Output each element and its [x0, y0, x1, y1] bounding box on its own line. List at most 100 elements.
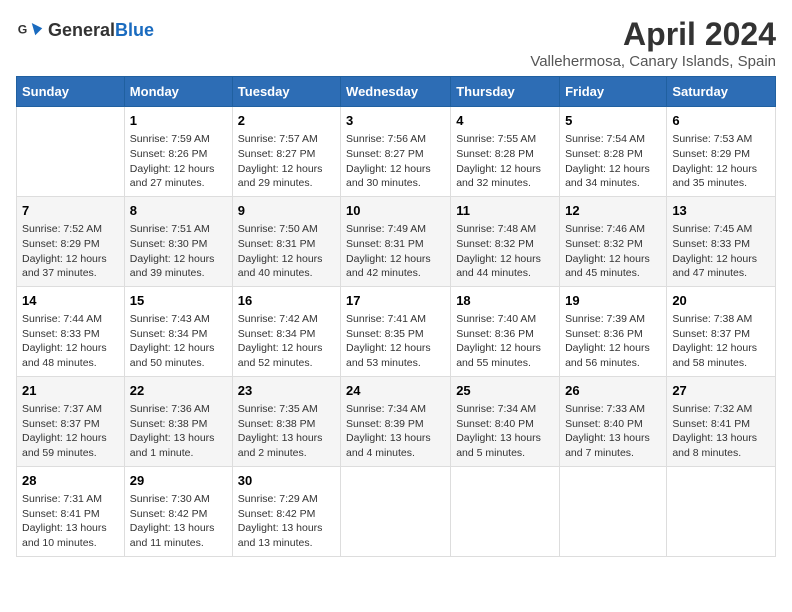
day-number: 2 [238, 112, 335, 130]
calendar-cell: 20 Sunrise: 7:38 AMSunset: 8:37 PMDayligh… [667, 286, 776, 376]
calendar-cell: 5Sunrise: 7:54 AMSunset: 8:28 PMDaylight… [560, 107, 667, 197]
cell-line: Sunrise: 7:36 AM [130, 402, 227, 417]
cell-line: Sunrise: 7:54 AM [565, 132, 661, 147]
cell-line: Sunrise: 7:40 AM [456, 312, 554, 327]
logo-icon: G [16, 16, 44, 44]
cell-line: Sunrise: 7:38 AM [672, 312, 770, 327]
day-number: 20 [672, 292, 770, 310]
cell-line: Sunset: 8:31 PM [238, 237, 335, 252]
cell-line: Sunrise: 7:43 AM [130, 312, 227, 327]
cell-line: Sunset: 8:42 PM [238, 507, 335, 522]
cell-line: Daylight: 12 hours and 55 minutes. [456, 341, 554, 370]
cell-line: Daylight: 12 hours and 52 minutes. [238, 341, 335, 370]
cell-line: Daylight: 12 hours and 50 minutes. [130, 341, 227, 370]
day-number: 1 [130, 112, 227, 130]
day-number: 19 [565, 292, 661, 310]
header-day-friday: Friday [560, 77, 667, 107]
cell-line: Sunrise: 7:39 AM [565, 312, 661, 327]
cell-line: Sunset: 8:32 PM [456, 237, 554, 252]
cell-line: Daylight: 13 hours and 8 minutes. [672, 431, 770, 460]
cell-line: Sunset: 8:32 PM [565, 237, 661, 252]
cell-line: Sunrise: 7:52 AM [22, 222, 119, 237]
day-number: 13 [672, 202, 770, 220]
day-number: 4 [456, 112, 554, 130]
cell-line: Sunrise: 7:34 AM [456, 402, 554, 417]
day-number: 26 [565, 382, 661, 400]
cell-line: Daylight: 13 hours and 5 minutes. [456, 431, 554, 460]
day-number: 24 [346, 382, 445, 400]
header-day-saturday: Saturday [667, 77, 776, 107]
calendar-cell: 4Sunrise: 7:55 AMSunset: 8:28 PMDaylight… [451, 107, 560, 197]
day-number: 23 [238, 382, 335, 400]
cell-line: Sunrise: 7:57 AM [238, 132, 335, 147]
day-number: 10 [346, 202, 445, 220]
cell-line: Sunrise: 7:49 AM [346, 222, 445, 237]
calendar-cell: 17Sunrise: 7:41 AMSunset: 8:35 PMDayligh… [341, 286, 451, 376]
cell-line: Sunset: 8:41 PM [22, 507, 119, 522]
cell-line: Daylight: 12 hours and 30 minutes. [346, 162, 445, 191]
cell-line: Daylight: 12 hours and 35 minutes. [672, 162, 770, 191]
day-number: 15 [130, 292, 227, 310]
cell-line: Sunrise: 7:35 AM [238, 402, 335, 417]
day-number: 6 [672, 112, 770, 130]
calendar-cell: 7Sunrise: 7:52 AMSunset: 8:29 PMDaylight… [17, 196, 125, 286]
cell-line: Sunset: 8:42 PM [130, 507, 227, 522]
logo-general: General [48, 20, 115, 40]
cell-line: Sunset: 8:33 PM [22, 327, 119, 342]
cell-line: Sunset: 8:28 PM [565, 147, 661, 162]
calendar-cell: 16Sunrise: 7:42 AMSunset: 8:34 PMDayligh… [232, 286, 340, 376]
calendar-cell: 23Sunrise: 7:35 AMSunset: 8:38 PMDayligh… [232, 376, 340, 466]
cell-line: Sunrise: 7:33 AM [565, 402, 661, 417]
title-area: April 2024 Vallehermosa, Canary Islands,… [530, 16, 776, 70]
cell-line: Daylight: 12 hours and 27 minutes. [130, 162, 227, 191]
calendar-cell [341, 466, 451, 556]
header-day-monday: Monday [124, 77, 232, 107]
logo: G GeneralBlue [16, 16, 154, 44]
cell-line: Daylight: 13 hours and 1 minute. [130, 431, 227, 460]
cell-line: Sunrise: 7:34 AM [346, 402, 445, 417]
header-day-wednesday: Wednesday [341, 77, 451, 107]
calendar-cell [560, 466, 667, 556]
cell-line: Sunset: 8:38 PM [238, 417, 335, 432]
cell-line: Sunset: 8:37 PM [672, 327, 770, 342]
cell-line: Sunset: 8:41 PM [672, 417, 770, 432]
cell-line: Daylight: 12 hours and 58 minutes. [672, 341, 770, 370]
cell-line: Sunset: 8:39 PM [346, 417, 445, 432]
cell-line: Sunset: 8:35 PM [346, 327, 445, 342]
day-number: 22 [130, 382, 227, 400]
cell-line: Daylight: 13 hours and 13 minutes. [238, 521, 335, 550]
calendar-cell [17, 107, 125, 197]
week-row-2: 7Sunrise: 7:52 AMSunset: 8:29 PMDaylight… [17, 196, 776, 286]
day-number: 27 [672, 382, 770, 400]
subtitle: Vallehermosa, Canary Islands, Spain [530, 53, 776, 70]
cell-line: Daylight: 13 hours and 11 minutes. [130, 521, 227, 550]
calendar-cell: 1Sunrise: 7:59 AMSunset: 8:26 PMDaylight… [124, 107, 232, 197]
header-day-thursday: Thursday [451, 77, 560, 107]
cell-line: Daylight: 12 hours and 59 minutes. [22, 431, 119, 460]
svg-text:G: G [18, 23, 28, 37]
day-number: 3 [346, 112, 445, 130]
header: G GeneralBlue April 2024 Vallehermosa, C… [16, 16, 776, 70]
day-number: 7 [22, 202, 119, 220]
day-number: 21 [22, 382, 119, 400]
cell-line: Daylight: 13 hours and 7 minutes. [565, 431, 661, 460]
cell-line: Sunrise: 7:29 AM [238, 492, 335, 507]
cell-line: Sunrise: 7:41 AM [346, 312, 445, 327]
day-number: 25 [456, 382, 554, 400]
cell-line: Sunrise: 7:55 AM [456, 132, 554, 147]
cell-line: Daylight: 12 hours and 47 minutes. [672, 252, 770, 281]
calendar-cell: 24Sunrise: 7:34 AMSunset: 8:39 PMDayligh… [341, 376, 451, 466]
cell-line: Daylight: 12 hours and 29 minutes. [238, 162, 335, 191]
cell-line: Daylight: 13 hours and 10 minutes. [22, 521, 119, 550]
header-day-tuesday: Tuesday [232, 77, 340, 107]
cell-line: Sunrise: 7:50 AM [238, 222, 335, 237]
cell-line: Sunset: 8:37 PM [22, 417, 119, 432]
calendar-cell: 27Sunrise: 7:32 AMSunset: 8:41 PMDayligh… [667, 376, 776, 466]
calendar-table: SundayMondayTuesdayWednesdayThursdayFrid… [16, 76, 776, 557]
logo-blue: Blue [115, 20, 154, 40]
cell-line: Daylight: 12 hours and 44 minutes. [456, 252, 554, 281]
calendar-cell: 30Sunrise: 7:29 AMSunset: 8:42 PMDayligh… [232, 466, 340, 556]
cell-line: Daylight: 12 hours and 48 minutes. [22, 341, 119, 370]
cell-line: Sunset: 8:33 PM [672, 237, 770, 252]
calendar-cell [667, 466, 776, 556]
